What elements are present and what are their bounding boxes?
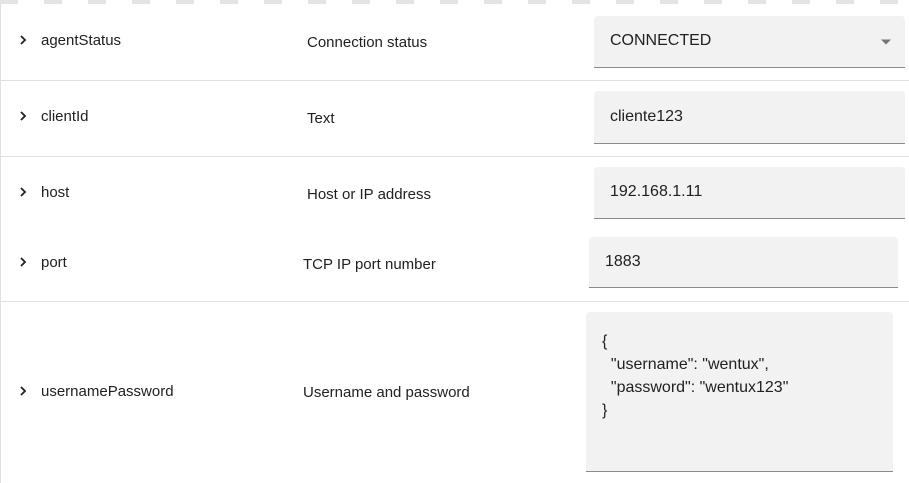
chevron-right-icon[interactable] (17, 186, 29, 198)
property-name[interactable]: clientId (41, 108, 89, 125)
port-input[interactable]: 1883 (589, 237, 898, 288)
property-description: TCP IP port number (303, 256, 436, 273)
chevron-right-icon[interactable] (17, 34, 29, 46)
username-password-value: { "username": "wentux", "password": "wen… (602, 333, 789, 419)
property-row-usernamePassword: usernamePassword Username and password {… (0, 301, 909, 483)
chevron-right-icon[interactable] (17, 110, 29, 122)
property-description: Connection status (307, 34, 428, 51)
property-name[interactable]: agentStatus (41, 32, 121, 49)
agent-status-select[interactable]: CONNECTED (594, 16, 905, 68)
property-description: Username and password (303, 384, 470, 401)
property-name[interactable]: port (41, 254, 67, 271)
property-name[interactable]: usernamePassword (41, 383, 174, 400)
client-id-value: cliente123 (610, 108, 683, 125)
property-description: Host or IP address (307, 186, 431, 203)
caret-down-icon[interactable] (881, 37, 891, 47)
property-row-host: host Host or IP address 192.168.1.11 (0, 156, 909, 226)
port-value: 1883 (605, 253, 641, 270)
property-row-clientId: clientId Text cliente123 (0, 80, 909, 157)
host-value: 192.168.1.11 (610, 183, 703, 200)
property-name[interactable]: host (41, 184, 69, 201)
property-description: Text (307, 110, 335, 127)
host-input[interactable]: 192.168.1.11 (594, 167, 905, 219)
property-row-agentStatus: agentStatus Connection status CONNECTED (0, 4, 909, 81)
client-id-input[interactable]: cliente123 (594, 91, 905, 144)
agent-status-value: CONNECTED (610, 32, 712, 49)
chevron-right-icon[interactable] (17, 385, 29, 397)
username-password-textarea[interactable]: { "username": "wentux", "password": "wen… (586, 312, 893, 472)
chevron-right-icon[interactable] (17, 256, 29, 268)
property-row-port: port TCP IP port number 1883 (0, 226, 909, 302)
